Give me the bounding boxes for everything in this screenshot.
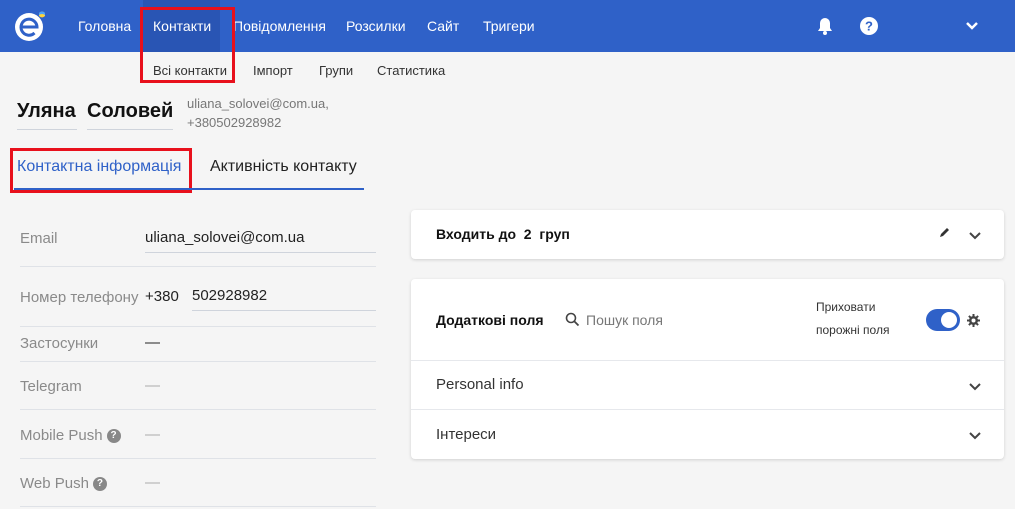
- hide-empty-label-line2: порожні поля: [816, 323, 890, 337]
- apps-value: —: [145, 334, 160, 351]
- apps-label-text: Застосунки: [20, 335, 99, 352]
- nav-site[interactable]: Сайт: [427, 0, 459, 52]
- pencil-icon[interactable]: [938, 227, 950, 239]
- telegram-label: Telegram: [20, 378, 82, 395]
- nav-messages[interactable]: Повідомлення: [233, 0, 326, 52]
- contact-email-meta: uliana_solovei@com.ua,: [187, 96, 329, 111]
- section-personal-info[interactable]: Personal info: [411, 361, 1004, 409]
- email-field[interactable]: uliana_solovei@com.ua: [145, 229, 305, 246]
- mobile-push-value: —: [145, 426, 160, 443]
- field-search-input[interactable]: Пошук поля: [586, 312, 663, 328]
- phone-number-field[interactable]: 502928982: [192, 287, 267, 304]
- field-divider: [20, 458, 376, 459]
- svg-text:?: ?: [865, 19, 873, 34]
- mobile-push-label: Mobile Push ?: [20, 427, 121, 444]
- last-name-field[interactable]: Соловей: [87, 100, 173, 130]
- nav-contacts[interactable]: Контакти: [143, 0, 220, 52]
- contact-phone-meta: +380502928982: [187, 115, 282, 130]
- chevron-down-icon[interactable]: [968, 229, 982, 243]
- email-field-underline: [145, 252, 376, 253]
- esputnik-logo-icon[interactable]: [14, 9, 50, 43]
- section-interests[interactable]: Інтереси: [411, 410, 1004, 459]
- nav-triggers[interactable]: Тригери: [483, 0, 535, 52]
- mobile-push-label-text: Mobile Push: [20, 427, 103, 444]
- groups-count: 2: [523, 226, 532, 242]
- tab-underline: [14, 188, 364, 190]
- question-circle-icon[interactable]: ?: [92, 476, 107, 491]
- field-divider: [20, 266, 376, 267]
- web-push-label: Web Push ?: [20, 475, 107, 492]
- hide-empty-label-line1: Приховати: [816, 300, 876, 314]
- top-navigation-bar: Головна Контакти Повідомлення Розсилки С…: [0, 0, 1015, 52]
- email-label-text: Email: [20, 230, 58, 247]
- chevron-down-icon[interactable]: [961, 15, 983, 37]
- apps-label: Застосунки: [20, 335, 98, 352]
- subnav-statistics[interactable]: Статистика: [377, 63, 445, 78]
- field-divider: [20, 409, 376, 410]
- nav-campaigns[interactable]: Розсилки: [346, 0, 406, 52]
- tab-contact-activity[interactable]: Активність контакту: [210, 158, 357, 176]
- groups-prefix: Входить до: [436, 226, 517, 242]
- groups-card-title: Входить до 2 груп: [436, 226, 570, 242]
- search-icon: [565, 312, 580, 327]
- hide-empty-toggle[interactable]: [926, 309, 960, 331]
- field-divider: [20, 361, 376, 362]
- subnav-import[interactable]: Імпорт: [253, 63, 293, 78]
- groups-card[interactable]: Входить до 2 груп: [411, 210, 1004, 259]
- subnav-all-contacts[interactable]: Всі контакти: [153, 63, 227, 78]
- first-name-field[interactable]: Уляна: [17, 100, 77, 130]
- phone-label: Номер телефону: [20, 289, 138, 306]
- question-circle-icon[interactable]: ?: [106, 428, 121, 443]
- web-push-label-text: Web Push: [20, 475, 89, 492]
- phone-label-text: Номер телефону: [20, 289, 139, 306]
- phone-country-code[interactable]: +380: [145, 288, 179, 305]
- gear-icon[interactable]: [967, 314, 980, 327]
- chevron-down-icon[interactable]: [968, 380, 982, 394]
- field-divider: [20, 326, 376, 327]
- help-icon[interactable]: ?: [858, 15, 880, 37]
- email-label: Email: [20, 230, 58, 247]
- bell-icon[interactable]: [814, 15, 836, 37]
- chevron-down-icon[interactable]: [968, 429, 982, 443]
- groups-suffix: груп: [539, 226, 570, 242]
- telegram-value: —: [145, 377, 160, 394]
- section-interests-label: Інтереси: [436, 426, 497, 443]
- extra-fields-title: Додаткові поля: [436, 312, 544, 328]
- nav-home[interactable]: Головна: [66, 0, 140, 52]
- field-divider: [20, 506, 376, 507]
- tab-contact-info[interactable]: Контактна інформація: [17, 158, 181, 176]
- section-personal-info-label: Personal info: [436, 376, 524, 393]
- telegram-label-text: Telegram: [20, 378, 82, 395]
- subnav-groups[interactable]: Групи: [319, 63, 353, 78]
- hide-empty-label: Приховати порожні поля: [816, 296, 889, 342]
- extra-fields-card: Додаткові поля Пошук поля Приховати поро…: [411, 279, 1004, 459]
- phone-field-underline: [192, 310, 376, 311]
- web-push-value: —: [145, 474, 160, 491]
